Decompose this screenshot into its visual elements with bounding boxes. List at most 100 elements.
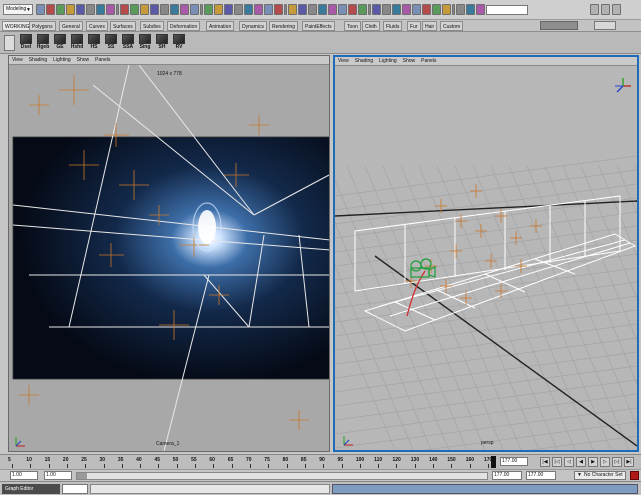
status-tool-icon[interactable] [66,4,75,15]
panel-menu-show[interactable]: Show [77,56,90,64]
shelf-tab-hair[interactable]: Hair [422,21,438,31]
panel-menu-shading[interactable]: Shading [355,57,373,65]
status-tool-icon[interactable] [442,4,451,15]
attribute-editor-toggle-icon[interactable] [601,4,610,15]
status-tool-icon[interactable] [422,4,431,15]
perspective-view[interactable]: persp [335,66,637,450]
shelf-tab-cloth[interactable]: Cloth [362,21,380,31]
status-tool-icon[interactable] [338,4,347,15]
status-tool-icon[interactable] [224,4,233,15]
range-handle[interactable] [77,473,87,479]
shelf-tab-working[interactable]: WORKING [2,21,33,31]
panel-menu-shading[interactable]: Shading [29,56,47,64]
playback-start-field[interactable]: 1.00 [44,471,72,480]
status-tool-icon[interactable] [274,4,283,15]
play-forward-button[interactable]: ▶ [588,457,598,467]
status-tool-icon[interactable] [234,4,243,15]
shelf-tab-toon[interactable]: Toon [344,21,361,31]
mode-menu-select[interactable]: Modeling ▼ [3,4,33,15]
shelf-tab-dynamics[interactable]: Dynamics [239,21,267,31]
channel-box-toggle-icon[interactable] [590,4,599,15]
status-tool-icon[interactable] [328,4,337,15]
status-tool-icon[interactable] [318,4,327,15]
go-to-end-button[interactable]: ▶| [624,457,634,467]
shelf-button-sh[interactable]: SH [154,34,170,51]
status-tool-icon[interactable] [214,4,223,15]
shelf-button-dsel[interactable]: Dsel [18,34,34,51]
panel-menu-view[interactable]: View [12,56,23,64]
status-tool-icon[interactable] [412,4,421,15]
shelf-button-ss[interactable]: SS [103,34,119,51]
step-forward-frame-button[interactable]: ▷ [600,457,610,467]
status-tool-icon[interactable] [140,4,149,15]
panel-menu-panels[interactable]: Panels [421,57,436,65]
playback-end-field[interactable]: 177.00 [492,471,522,480]
shelf-tab-polygons[interactable]: Polygons [29,21,56,31]
status-tool-icon[interactable] [204,4,213,15]
shelf-tab-deformation[interactable]: Deformation [167,21,201,31]
status-tool-icon[interactable] [46,4,55,15]
status-tool-icon[interactable] [466,4,475,15]
shelf-tab-curves[interactable]: Curves [86,21,108,31]
shelf-tab-painteffects[interactable]: PaintEffects [302,21,335,31]
shelf-tab-animation[interactable]: Animation [206,21,235,31]
status-tool-icon[interactable] [120,4,129,15]
character-set-select[interactable]: ▼ No Character Set [574,471,626,480]
shelf-tab-custom[interactable]: Custom [440,21,464,31]
playback-range-bar[interactable] [76,472,488,480]
panel-menu-view[interactable]: View [338,57,349,65]
status-tool-icon[interactable] [190,4,199,15]
shelf-tab-general[interactable]: General [59,21,83,31]
panel-menu-show[interactable]: Show [403,57,416,65]
panel-menu-lighting[interactable]: Lighting [53,56,71,64]
current-time-field[interactable]: 177.00 [500,457,528,466]
status-tool-icon[interactable] [96,4,105,15]
panel-menu-lighting[interactable]: Lighting [379,57,397,65]
status-tool-icon[interactable] [244,4,253,15]
script-editor-button[interactable] [332,484,638,494]
status-tool-icon[interactable] [298,4,307,15]
shelf-tab-surfaces[interactable]: Surfaces [110,21,136,31]
animation-end-field[interactable]: 177.00 [526,471,556,480]
animation-start-field[interactable]: 1.00 [10,471,38,480]
shelf-button-hgeb[interactable]: Hgeb [35,34,51,51]
status-tool-icon[interactable] [180,4,189,15]
status-tool-icon[interactable] [86,4,95,15]
status-tool-icon[interactable] [358,4,367,15]
status-tool-icon[interactable] [264,4,273,15]
mel-input-field[interactable] [62,484,88,494]
tool-settings-toggle-icon[interactable] [612,4,621,15]
play-backward-button[interactable]: ◀ [576,457,586,467]
shelf-menu-handle[interactable] [4,35,15,51]
shelf-button-ssa[interactable]: SSA [120,34,136,51]
status-tool-icon[interactable] [130,4,139,15]
status-tool-icon[interactable] [76,4,85,15]
shelf-tab-subdivs[interactable]: Subdivs [140,21,164,31]
status-tool-icon[interactable] [288,4,297,15]
shelf-tab-rendering[interactable]: Rendering [269,21,299,31]
shelf-button-sing[interactable]: Sing [137,34,153,51]
status-tool-icon[interactable] [160,4,169,15]
shelf-tab-fur[interactable]: Fur [407,21,421,31]
go-to-start-button[interactable]: |◀ [540,457,550,467]
status-tool-icon[interactable] [372,4,381,15]
status-tool-icon[interactable] [392,4,401,15]
status-tool-icon[interactable] [402,4,411,15]
status-tool-icon[interactable] [36,4,45,15]
step-forward-key-button[interactable]: ▷| [612,457,622,467]
auto-key-button[interactable] [630,471,639,480]
status-tool-icon[interactable] [456,4,465,15]
shelf-button-ge[interactable]: GE [52,34,68,51]
shelf-options-button[interactable] [594,21,616,30]
step-back-frame-button[interactable]: ◁ [564,457,574,467]
status-tool-icon[interactable] [106,4,115,15]
status-tool-icon[interactable] [308,4,317,15]
status-tool-icon[interactable] [170,4,179,15]
shelf-button-rv[interactable]: RV [171,34,187,51]
status-tool-icon[interactable] [432,4,441,15]
layout-preset-box[interactable] [540,21,578,30]
quick-command-field[interactable] [486,5,528,15]
time-slider[interactable]: 177.00 |◀ |◁ ◁ ◀ ▶ ▷ ▷| ▶| 5 10 15 20 25 30 35… [0,454,641,469]
status-tool-icon[interactable] [348,4,357,15]
status-tool-icon[interactable] [476,4,485,15]
